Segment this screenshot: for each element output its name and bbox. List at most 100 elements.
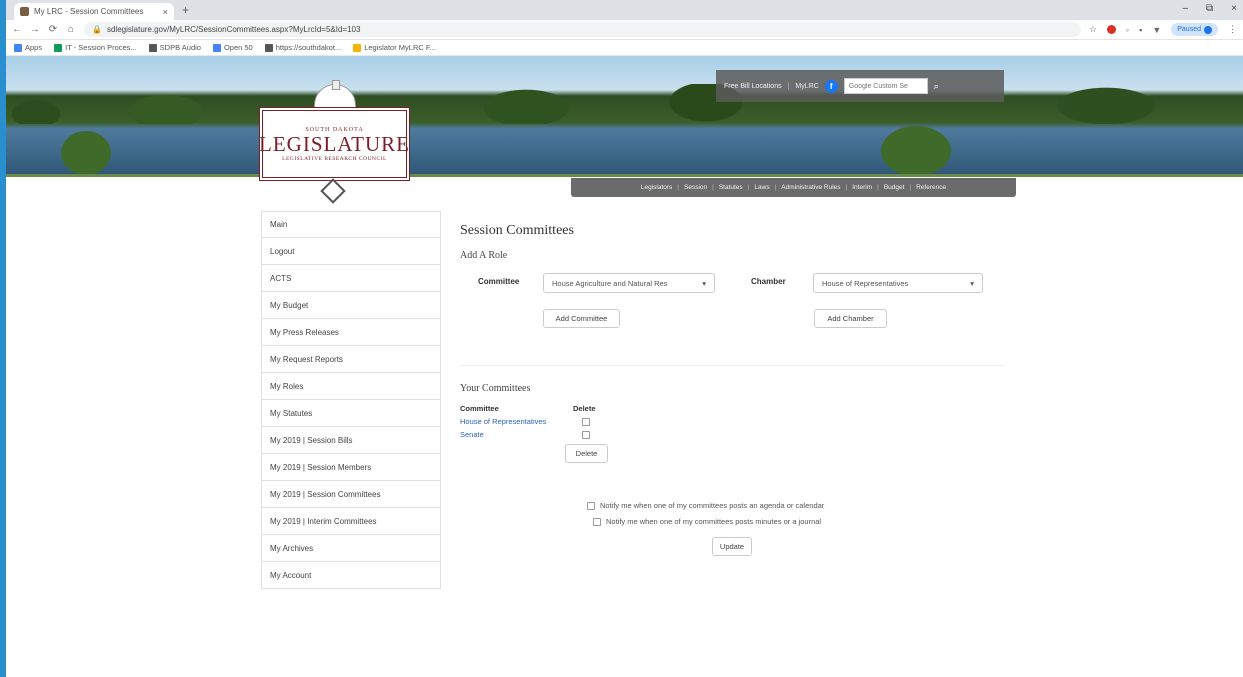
- page-title: Session Committees: [460, 223, 574, 238]
- bookmark-label: Open 50: [223, 43, 253, 52]
- search-icon[interactable]: ⌕: [934, 81, 939, 92]
- bookmark-icon: [353, 43, 362, 52]
- banner-tree: [61, 131, 111, 175]
- extension-icon-3[interactable]: ▪: [1139, 25, 1142, 35]
- main-nav-item[interactable]: Administrative Rules: [781, 184, 840, 191]
- chamber-label: Chamber: [751, 277, 786, 286]
- restore-icon[interactable]: ⧉: [1206, 3, 1213, 14]
- sidebar-item[interactable]: My Statutes: [261, 400, 441, 427]
- main-nav-item[interactable]: Laws: [754, 184, 769, 191]
- main-nav-item[interactable]: Session: [684, 184, 707, 191]
- browser-tab[interactable]: My LRC - Session Committees ×: [14, 3, 174, 20]
- delete-checkbox[interactable]: [582, 418, 590, 426]
- top-utility-nav: Free Bill Locations | MyLRC f ⌕: [716, 70, 1004, 102]
- bookmark-item[interactable]: Open 50: [212, 43, 253, 52]
- sidebar-item[interactable]: Main: [261, 211, 441, 238]
- logo-main: LEGISLATURE: [259, 131, 410, 156]
- update-button[interactable]: Update: [712, 537, 752, 556]
- chamber-select[interactable]: House of Representatives ▾: [813, 273, 983, 293]
- profile-paused-button[interactable]: Paused: [1171, 23, 1218, 36]
- forward-icon[interactable]: →: [30, 24, 40, 35]
- tab-close-icon[interactable]: ×: [163, 7, 168, 17]
- committee-link-senate[interactable]: Senate: [460, 430, 484, 439]
- separator: |: [845, 184, 848, 191]
- banner-shore: [6, 174, 1243, 177]
- separator: |: [787, 82, 790, 90]
- reload-icon[interactable]: ⟳: [48, 24, 58, 35]
- bookmark-label: https://southdakot...: [275, 43, 342, 52]
- your-committees-heading: Your Committees: [460, 383, 531, 394]
- extension-icon[interactable]: [1106, 25, 1116, 34]
- committee-column-header: Committee: [460, 404, 499, 413]
- mylrc-link[interactable]: MyLRC: [795, 83, 818, 90]
- delete-button[interactable]: Delete: [565, 444, 608, 463]
- sidebar-item[interactable]: My 2019 | Session Committees: [261, 481, 441, 508]
- bookmarks-bar: Apps IT - Session Proces... SDPB Audio Open…: [6, 40, 1243, 56]
- facebook-icon[interactable]: f: [824, 79, 838, 93]
- bookmark-icon: [148, 43, 157, 52]
- new-tab-icon[interactable]: +: [182, 3, 189, 17]
- chevron-down-icon: ▾: [970, 278, 974, 288]
- delete-checkbox[interactable]: [582, 431, 590, 439]
- address-bar[interactable]: 🔒 sdlegislature.gov/MyLRC/SessionCommitt…: [84, 22, 1081, 37]
- bookmark-label: Legislator MyLRC F...: [364, 43, 436, 52]
- sidebar-item[interactable]: My Roles: [261, 373, 441, 400]
- bookmark-label: IT - Session Proces...: [65, 43, 137, 52]
- notify-agenda-option[interactable]: Notify me when one of my committees post…: [587, 501, 824, 510]
- main-nav-item[interactable]: Reference: [916, 184, 946, 191]
- bookmark-label: Apps: [25, 43, 43, 52]
- add-chamber-button[interactable]: Add Chamber: [814, 309, 887, 328]
- sidebar-item[interactable]: My Request Reports: [261, 346, 441, 373]
- sidebar-item[interactable]: My Press Releases: [261, 319, 441, 346]
- main-nav-item[interactable]: Legislators: [641, 184, 672, 191]
- sidebar-item[interactable]: My Budget: [261, 292, 441, 319]
- window-controls: – ⧉ ×: [1182, 3, 1237, 14]
- notify-agenda-checkbox[interactable]: [587, 501, 595, 510]
- paused-label: Paused: [1177, 26, 1201, 33]
- site-search-input[interactable]: [843, 78, 928, 94]
- main-nav-item[interactable]: Statutes: [719, 184, 743, 191]
- notify-minutes-option[interactable]: Notify me when one of my committees post…: [593, 517, 821, 526]
- logo-sub: LEGISLATIVE RESEARCH COUNCIL: [282, 155, 387, 162]
- main-nav: Legislators | Session | Statutes | Laws | Admini…: [571, 178, 1016, 197]
- screen: My LRC - Session Committees × + – ⧉ × ← …: [6, 0, 1243, 677]
- tab-title: My LRC - Session Committees: [34, 7, 144, 16]
- main-nav-item[interactable]: Budget: [884, 184, 905, 191]
- sidebar-item[interactable]: ACTS: [261, 265, 441, 292]
- extension-icon-2[interactable]: ◦: [1126, 25, 1129, 35]
- bookmark-item[interactable]: https://southdakot...: [264, 43, 342, 52]
- lock-icon: 🔒: [92, 25, 102, 34]
- logo-box: SOUTH DAKOTA LEGISLATURE LEGISLATIVE RES…: [259, 110, 410, 178]
- menu-icon[interactable]: ⋮: [1228, 24, 1237, 35]
- sidebar-item[interactable]: My Archives: [261, 535, 441, 562]
- sidebar-item[interactable]: My 2019 | Session Members: [261, 454, 441, 481]
- add-committee-button[interactable]: Add Committee: [543, 309, 620, 328]
- chamber-select-value: House of Representatives: [822, 278, 909, 288]
- bookmark-item[interactable]: IT - Session Proces...: [54, 43, 137, 52]
- back-icon[interactable]: ←: [12, 24, 22, 35]
- bookmark-item[interactable]: Apps: [14, 43, 42, 52]
- star-icon[interactable]: ☆: [1089, 24, 1097, 35]
- notify-minutes-checkbox[interactable]: [593, 517, 601, 526]
- committee-select[interactable]: House Agriculture and Natural Res ▾: [543, 273, 715, 293]
- bookmark-label: SDPB Audio: [159, 43, 201, 52]
- legislature-logo[interactable]: SOUTH DAKOTA LEGISLATURE LEGISLATIVE RES…: [259, 80, 410, 204]
- filter-icon[interactable]: ▼: [1152, 25, 1161, 35]
- committee-link-house[interactable]: House of Representatives: [460, 417, 546, 426]
- minimize-icon[interactable]: –: [1182, 3, 1188, 14]
- content-header: Session Committees Add A Role: [460, 223, 1020, 261]
- sidebar-item[interactable]: My 2019 | Interim Committees: [261, 508, 441, 535]
- site-favicon-icon: [20, 7, 29, 16]
- sidebar-item[interactable]: My 2019 | Session Bills: [261, 427, 441, 454]
- separator: |: [774, 184, 777, 191]
- main-nav-item[interactable]: Interim: [852, 184, 872, 191]
- bookmark-icon: [212, 43, 221, 52]
- bookmark-item[interactable]: SDPB Audio: [148, 43, 201, 52]
- free-bill-locations-link[interactable]: Free Bill Locations: [724, 83, 782, 90]
- sidebar-item[interactable]: Logout: [261, 238, 441, 265]
- separator: |: [877, 184, 879, 191]
- bookmark-item[interactable]: Legislator MyLRC F...: [353, 43, 436, 52]
- window-close-icon[interactable]: ×: [1231, 3, 1237, 14]
- sidebar-item[interactable]: My Account: [261, 562, 441, 589]
- home-icon[interactable]: ⌂: [66, 24, 76, 35]
